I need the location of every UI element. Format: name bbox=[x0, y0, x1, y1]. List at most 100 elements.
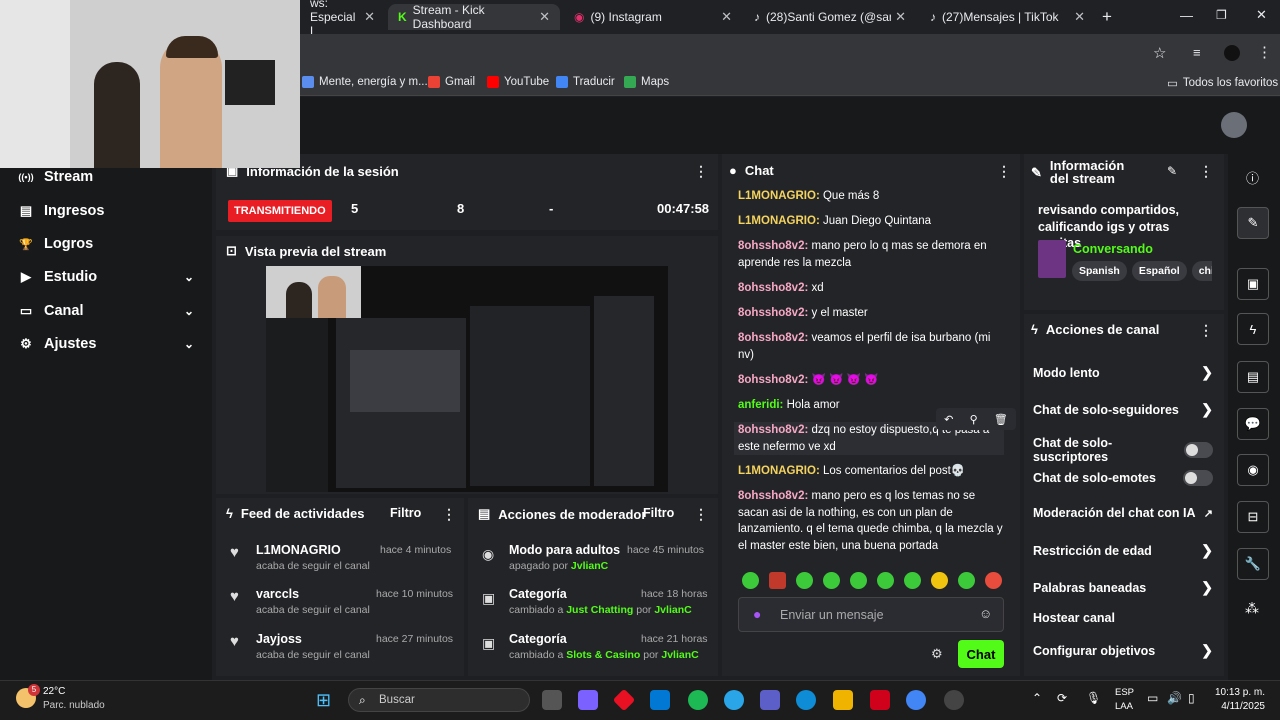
stream-info-menu-icon[interactable]: ⋮ bbox=[1199, 163, 1213, 180]
chat-username[interactable]: 8ohssho8v2: bbox=[738, 240, 808, 252]
sidebar-item-estudio[interactable]: ▶ Estudio ⌄ bbox=[0, 262, 212, 292]
chat-message[interactable]: 8ohssho8v2: 😈 😈 😈 😈 bbox=[738, 372, 1008, 389]
broadcast-icon[interactable]: ◉ bbox=[1237, 454, 1269, 486]
lightning-icon[interactable]: ϟ bbox=[1237, 313, 1269, 345]
mod-tools-icon[interactable]: ⊟ bbox=[1237, 501, 1269, 533]
slow-mode-action[interactable]: Modo lento ❯ bbox=[1033, 364, 1213, 381]
gear-icon[interactable]: ⚙ bbox=[931, 646, 943, 662]
ai-moderation-action[interactable]: Moderación del chat con IA ↗ bbox=[1033, 506, 1213, 520]
star-icon[interactable]: ☆ bbox=[1153, 44, 1166, 62]
tag[interactable]: Español bbox=[1131, 261, 1187, 281]
copilot-icon[interactable] bbox=[578, 690, 598, 710]
clock-date[interactable]: 4/11/2025 bbox=[1212, 701, 1265, 712]
task-view-icon[interactable] bbox=[542, 690, 562, 710]
chat-message[interactable]: 8ohssho8v2: xd bbox=[738, 280, 1008, 297]
emote-icon[interactable] bbox=[769, 572, 786, 589]
pin-icon[interactable]: ⚲ bbox=[970, 413, 978, 426]
bookmark-gmail[interactable]: Gmail bbox=[428, 76, 475, 88]
chat-username[interactable]: L1MONAGRIO: bbox=[738, 215, 820, 227]
channel-actions-menu-icon[interactable]: ⋮ bbox=[1199, 322, 1213, 339]
battery-icon[interactable]: ▯ bbox=[1188, 691, 1195, 705]
chat-username[interactable]: anferidi: bbox=[738, 399, 783, 411]
file-explorer-icon[interactable] bbox=[833, 690, 853, 710]
sidebar-item-ajustes[interactable]: ⚙ Ajustes ⌄ bbox=[0, 329, 212, 359]
new-tab-button[interactable]: + bbox=[1102, 7, 1112, 27]
chat-username[interactable]: 8ohssho8v2: bbox=[738, 424, 808, 436]
tab-especial[interactable]: ws: Especial L ✕ bbox=[300, 0, 385, 38]
profile-avatar[interactable] bbox=[1224, 45, 1240, 61]
tag[interactable]: chi bbox=[1191, 261, 1212, 281]
chat-message[interactable]: L1MONAGRIO: Que más 8 bbox=[738, 188, 1008, 205]
windows-start-icon[interactable]: ⊞ bbox=[316, 690, 331, 711]
age-restriction-action[interactable]: Restricción de edad ❯ bbox=[1033, 542, 1213, 559]
chat-username[interactable]: L1MONAGRIO: bbox=[738, 465, 820, 477]
sync-icon[interactable]: ⟳ bbox=[1057, 691, 1067, 705]
chat-message[interactable]: 8ohssho8v2: y el master bbox=[738, 305, 1008, 322]
emotes-only-toggle[interactable] bbox=[1183, 470, 1213, 486]
chat-message[interactable]: L1MONAGRIO: Juan Diego Quintana bbox=[738, 213, 1008, 230]
emote-icon[interactable] bbox=[877, 572, 894, 589]
chat-message[interactable]: L1MONAGRIO: Los comentarios del post💀 bbox=[738, 463, 1008, 480]
chat-username[interactable]: 8ohssho8v2: bbox=[738, 332, 808, 344]
session-menu-icon[interactable]: ⋮ bbox=[694, 163, 708, 180]
bookmark-youtube[interactable]: YouTube bbox=[487, 76, 549, 88]
user-avatar[interactable] bbox=[1221, 112, 1247, 138]
tab-instagram[interactable]: ◉ (9) Instagram ✕ bbox=[564, 4, 742, 30]
tab-tiktok-profile[interactable]: ♪ (28)Santi Gomez (@san.go ✕ bbox=[744, 4, 916, 30]
chat-message[interactable]: 8ohssho8v2: veamos el perfil de isa burb… bbox=[738, 330, 1008, 363]
bookmark-traducir[interactable]: Traducir bbox=[556, 76, 615, 88]
close-icon[interactable]: ✕ bbox=[895, 9, 906, 25]
goals-action[interactable]: Configurar objetivos ❯ bbox=[1033, 642, 1213, 659]
banned-words-action[interactable]: Palabras baneadas ❯ bbox=[1033, 579, 1213, 596]
media-icon[interactable]: ≡ bbox=[1193, 45, 1201, 60]
extensions-icon[interactable]: ⁂ bbox=[1245, 600, 1259, 617]
mod-menu-icon[interactable]: ⋮ bbox=[694, 506, 708, 523]
bookmark-mente[interactable]: Mente, energía y m... bbox=[302, 76, 428, 88]
microphone-icon[interactable]: ● bbox=[753, 606, 761, 622]
minimize-icon[interactable]: — bbox=[1180, 8, 1193, 23]
emote-icon[interactable] bbox=[850, 572, 867, 589]
chat-username[interactable]: L1MONAGRIO: bbox=[738, 190, 820, 202]
emote-icon[interactable] bbox=[904, 572, 921, 589]
browser-menu-icon[interactable]: ⋮ bbox=[1257, 43, 1272, 61]
chat-message[interactable]: 8ohssho8v2: mano pero es q los temas no … bbox=[738, 488, 1008, 554]
close-icon[interactable]: ✕ bbox=[364, 9, 375, 25]
tab-tiktok-messages[interactable]: ♪ (27)Mensajes | TikTok ✕ bbox=[920, 4, 1095, 30]
close-icon[interactable]: ✕ bbox=[539, 9, 550, 25]
edit-icon[interactable]: ✎ bbox=[1167, 164, 1177, 178]
chat-username[interactable]: 8ohssho8v2: bbox=[738, 490, 808, 502]
emote-icon[interactable] bbox=[985, 572, 1002, 589]
network-icon[interactable]: ▭ bbox=[1147, 691, 1158, 705]
language-indicator[interactable]: ESP bbox=[1115, 687, 1134, 698]
chat-input[interactable]: ● Enviar un mensaje ☺ bbox=[738, 597, 1004, 632]
python-icon[interactable] bbox=[724, 690, 744, 710]
obs-icon[interactable] bbox=[944, 690, 964, 710]
send-chat-button[interactable]: Chat bbox=[958, 640, 1004, 668]
chat-username[interactable]: 8ohssho8v2: bbox=[738, 374, 808, 386]
wrench-icon[interactable]: 🔧 bbox=[1237, 548, 1269, 580]
close-icon[interactable]: ✕ bbox=[1074, 9, 1085, 25]
volume-icon[interactable]: 🔊 bbox=[1167, 691, 1182, 705]
edit-icon[interactable]: ✎ bbox=[1237, 207, 1269, 239]
stream-preview-video[interactable] bbox=[266, 266, 668, 492]
clock-time[interactable]: 10:13 p. m. bbox=[1212, 687, 1265, 698]
sidebar-item-logros[interactable]: 🏆 Logros bbox=[0, 229, 212, 259]
window-close-icon[interactable]: ✕ bbox=[1256, 7, 1267, 23]
followers-only-action[interactable]: Chat de solo-seguidores ❯ bbox=[1033, 401, 1213, 418]
layout-icon[interactable]: ▣ bbox=[1237, 268, 1269, 300]
feed-menu-icon[interactable]: ⋮ bbox=[442, 506, 456, 523]
chat-icon[interactable]: 💬 bbox=[1237, 408, 1269, 440]
store-icon[interactable] bbox=[650, 690, 670, 710]
close-icon[interactable]: ✕ bbox=[721, 9, 732, 25]
sidebar-item-ingresos[interactable]: ▤ Ingresos bbox=[0, 196, 212, 226]
teams-icon[interactable] bbox=[760, 690, 780, 710]
chat-username[interactable]: 8ohssho8v2: bbox=[738, 282, 808, 294]
chat-message[interactable]: 8ohssho8v2: mano pero lo q mas se demora… bbox=[738, 238, 1008, 271]
subscribers-only-toggle[interactable] bbox=[1183, 442, 1213, 458]
bookmark-maps[interactable]: Maps bbox=[624, 76, 669, 88]
emote-icon[interactable] bbox=[742, 572, 759, 589]
delete-icon[interactable]: 🗑 bbox=[994, 413, 1008, 426]
taskbar-search[interactable]: ⌕ Buscar bbox=[348, 688, 530, 712]
emote-icon[interactable] bbox=[931, 572, 948, 589]
emote-icon[interactable] bbox=[823, 572, 840, 589]
